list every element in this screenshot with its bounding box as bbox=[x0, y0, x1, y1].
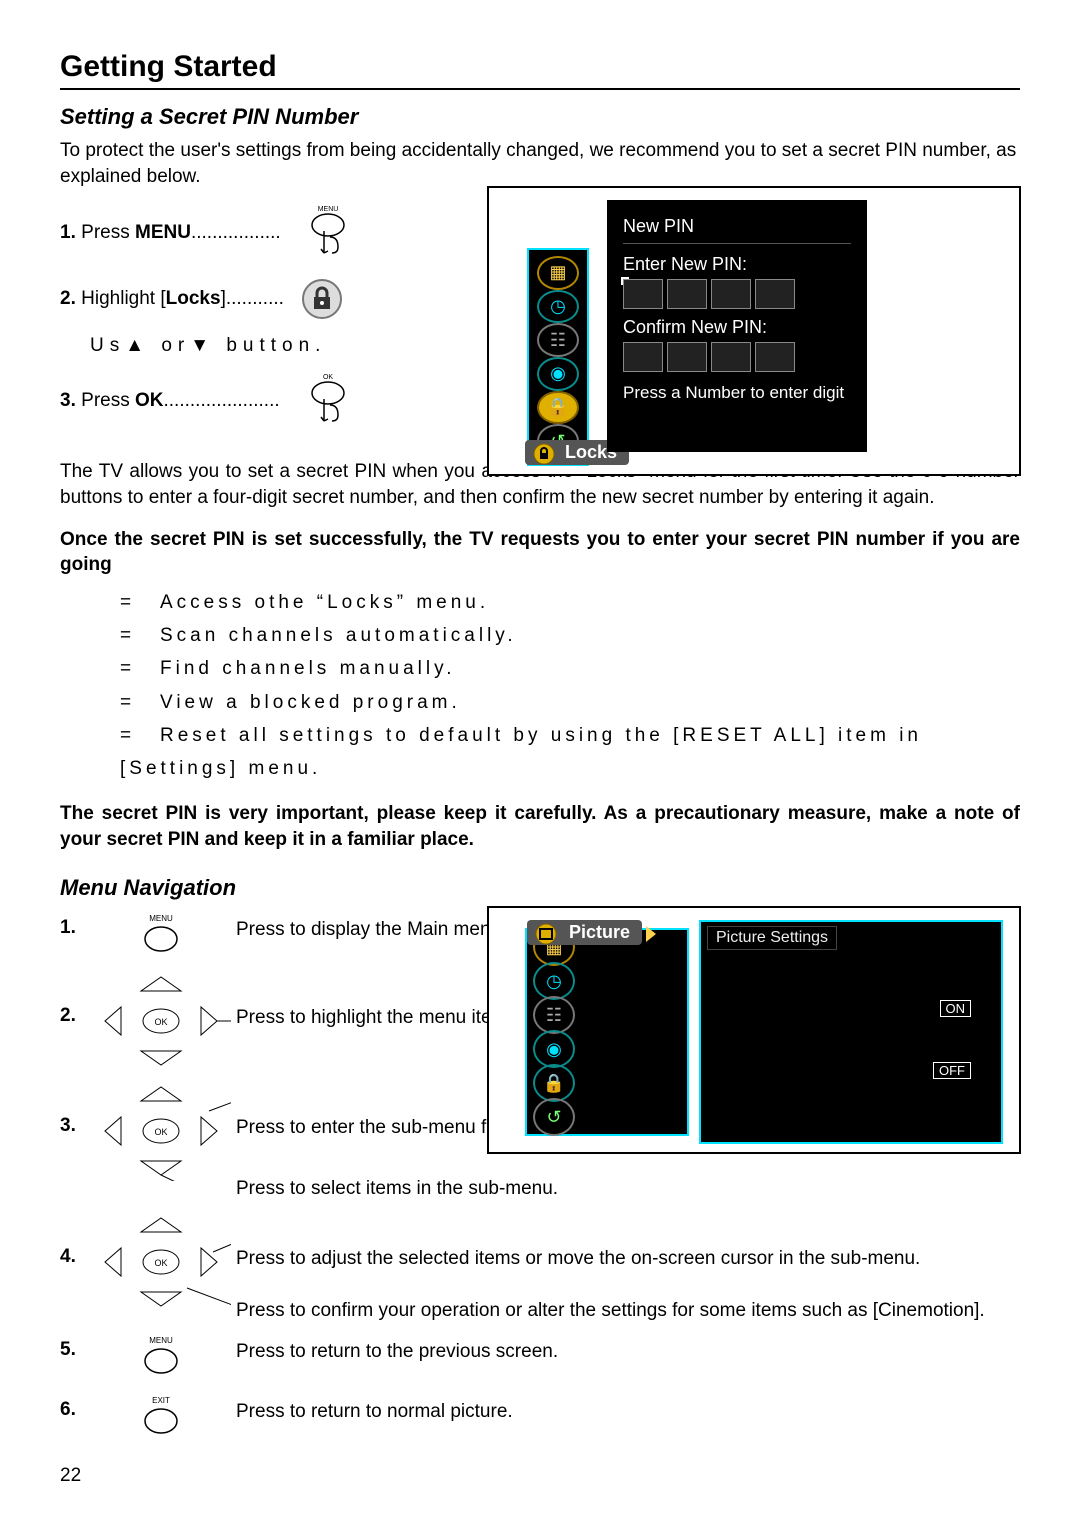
nav-row-6: 6. EXIT Press to return to normal pictur… bbox=[60, 1393, 1020, 1443]
bullet-list: =Access othe “Locks” menu. =Scan channel… bbox=[120, 586, 1020, 786]
tv2-sidebar: ▦ ◷ ☷ ◉ 🔒 ↺ bbox=[525, 928, 689, 1136]
down-triangle-icon: ▼ bbox=[190, 335, 215, 356]
page-number: 22 bbox=[60, 1465, 81, 1487]
step-2-text-c: ]........... bbox=[221, 288, 284, 309]
tv2-icon-2: ◷ bbox=[533, 962, 575, 1000]
panel-title: New PIN bbox=[623, 216, 851, 244]
dpad-adjust-icon: OK bbox=[91, 1212, 231, 1312]
step-3-num: 3. bbox=[60, 390, 76, 411]
step-1-text-a: Press bbox=[81, 222, 135, 243]
bullet-4: =View a blocked program. bbox=[120, 686, 1020, 719]
tv2-icon-4: ◉ bbox=[533, 1030, 575, 1068]
step-2-text-a: Highlight [ bbox=[81, 288, 166, 309]
enter-pin-label: Enter New PIN: bbox=[623, 254, 851, 275]
menu-small-icon: MENU bbox=[136, 911, 186, 961]
intro-paragraph: To protect the user's settings from bein… bbox=[60, 138, 1020, 189]
sidebar-icon-lock: 🔒 bbox=[537, 391, 579, 425]
title-rule bbox=[60, 88, 1020, 90]
tv2-icon-lock: 🔒 bbox=[533, 1064, 575, 1102]
right-triangle-icon bbox=[646, 926, 656, 942]
nav-row-5: 5. MENU Press to return to the previous … bbox=[60, 1333, 1020, 1383]
tv-screenshot-picture: ▦ ◷ ☷ ◉ 🔒 ↺ Picture Picture Settings ON … bbox=[487, 906, 1021, 1154]
confirm-pin-cells bbox=[623, 342, 851, 372]
sidebar-icon-2: ◷ bbox=[537, 290, 579, 324]
tv1-panel: New PIN Enter New PIN: Confirm New PIN: … bbox=[607, 200, 867, 452]
tv2-panel: Picture Settings ON OFF bbox=[699, 920, 1003, 1144]
svg-text:EXIT: EXIT bbox=[152, 1396, 170, 1405]
step-1-text-c: ................. bbox=[191, 222, 281, 243]
nav-row-4: 4. OK Press to adjust the selected items… bbox=[60, 1212, 1020, 1323]
nav-row-4a: Press to adjust the selected items or mo… bbox=[236, 1246, 1020, 1272]
step-3-text-a: Press bbox=[81, 390, 135, 411]
svg-text:MENU: MENU bbox=[149, 914, 173, 923]
lock-icon bbox=[300, 277, 344, 321]
panel-prompt: Press a Number to enter digit bbox=[623, 382, 851, 404]
up-triangle-icon: ▲ bbox=[125, 335, 150, 356]
svg-text:MENU: MENU bbox=[318, 206, 339, 213]
tv1-sidebar: ▦ ◷ ☷ ◉ 🔒 ↺ Locks bbox=[527, 248, 589, 466]
nav-row-4b: Press to confirm your operation or alter… bbox=[236, 1298, 1020, 1324]
svg-text:OK: OK bbox=[154, 1017, 167, 1027]
step-2-num: 2. bbox=[60, 288, 76, 309]
tv-screenshot-locks: ▦ ◷ ☷ ◉ 🔒 ↺ Locks New PIN Enter New PIN:… bbox=[487, 186, 1021, 476]
step-1-num: 1. bbox=[60, 222, 76, 243]
step-2-text-b: Locks bbox=[166, 288, 221, 309]
on-badge: ON bbox=[940, 1000, 972, 1017]
ok-button-icon: OK bbox=[300, 371, 356, 431]
page-title: Getting Started bbox=[60, 50, 1020, 84]
menu-button-icon: MENU bbox=[300, 203, 356, 263]
lead-bold: Once the secret PIN is set successfully,… bbox=[60, 527, 1020, 578]
bullet-3: =Find channels manually. bbox=[120, 652, 1020, 685]
bullet-2: =Scan channels automatically. bbox=[120, 619, 1020, 652]
tv2-selected-label: Picture bbox=[527, 920, 642, 945]
section-heading-pin: Setting a Secret PIN Number bbox=[60, 104, 1020, 130]
dpad-enter-icon: OK bbox=[91, 1081, 231, 1181]
bullet-1: =Access othe “Locks” menu. bbox=[120, 586, 1020, 619]
sidebar-icon-1: ▦ bbox=[537, 256, 579, 290]
off-badge: OFF bbox=[933, 1062, 971, 1079]
step-1-text-b: MENU bbox=[135, 222, 191, 243]
menu-return-icon: MENU bbox=[136, 1333, 186, 1383]
nav-row-3b: Press to select items in the sub-menu. bbox=[236, 1176, 1020, 1202]
confirm-pin-label: Confirm New PIN: bbox=[623, 317, 851, 338]
warn-bold: The secret PIN is very important, please… bbox=[60, 801, 1020, 852]
dpad-icon: OK bbox=[91, 971, 231, 1071]
exit-icon: EXIT bbox=[136, 1393, 186, 1443]
tv2-icon-3: ☷ bbox=[533, 996, 575, 1034]
bullet-5: =Reset all settings to default by using … bbox=[120, 719, 1020, 786]
sidebar-icon-3: ☷ bbox=[537, 323, 579, 357]
svg-text:OK: OK bbox=[323, 374, 333, 381]
svg-text:OK: OK bbox=[154, 1127, 167, 1137]
tv2-panel-title: Picture Settings bbox=[707, 926, 837, 950]
svg-text:MENU: MENU bbox=[149, 1336, 173, 1345]
tv2-icon-6: ↺ bbox=[533, 1098, 575, 1136]
enter-pin-cells bbox=[623, 279, 851, 309]
section-heading-nav: Menu Navigation bbox=[60, 875, 1020, 901]
step-3-text-c: ...................... bbox=[164, 390, 280, 411]
svg-text:OK: OK bbox=[154, 1258, 167, 1268]
step-3-text-b: OK bbox=[135, 390, 164, 411]
sidebar-icon-4: ◉ bbox=[537, 357, 579, 391]
